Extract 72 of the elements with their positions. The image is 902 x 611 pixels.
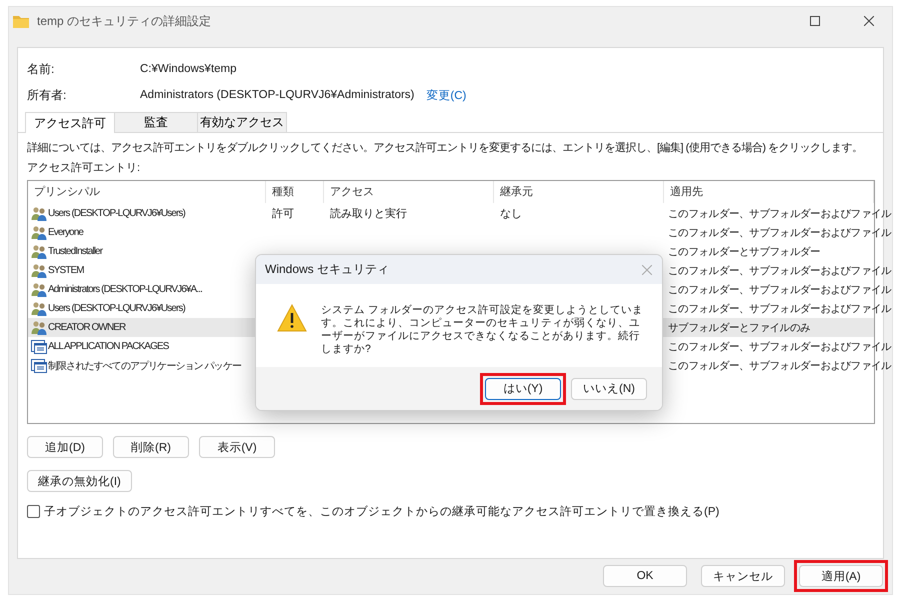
- principal-cell[interactable]: TrustedInstaller: [28, 242, 266, 261]
- users-icon: [31, 206, 47, 222]
- disable-inheritance-button[interactable]: 継承の無効化(I): [27, 470, 132, 492]
- tab[interactable]: 有効なアクセス: [197, 112, 287, 132]
- principal-cell[interactable]: 制限されたすべてのアプリケーション パッケー: [28, 356, 266, 375]
- principal-cell[interactable]: Administrators (DESKTOP-LQURVJ6¥A...: [28, 280, 266, 299]
- list-label: アクセス許可エントリ:: [27, 161, 142, 176]
- action-button[interactable]: 削除(R): [113, 436, 189, 458]
- table-cell: このフォルダーとサブフォルダー: [668, 244, 820, 258]
- table-cell: このフォルダー、サブフォルダーおよびファイル: [668, 206, 892, 220]
- close-icon: [642, 264, 652, 274]
- users-icon: [31, 224, 47, 240]
- dialog-button[interactable]: キャンセル: [701, 565, 785, 587]
- table-cell: サブフォルダーとファイルのみ: [668, 320, 810, 334]
- dialog-message: システム フォルダーのアクセス許可設定を変更しようとしています。これにより、コンピューターのセキュリティが弱くなり、ユーザーがファイルにアクセスできなくなることがあります。続行しますか?: [321, 304, 644, 356]
- principal-cell[interactable]: Everyone: [28, 223, 266, 242]
- folder-icon: [13, 14, 29, 28]
- table-cell-text: なし: [500, 207, 522, 221]
- table-cell: このフォルダー、サブフォルダーおよびファイル: [668, 264, 892, 278]
- column-header[interactable]: 継承元: [494, 181, 664, 203]
- maximize-icon: [810, 16, 820, 26]
- principal-cell[interactable]: Users (DESKTOP-LQURVJ6¥Users): [28, 204, 266, 223]
- table-cell-text: 制限されたすべてのアプリケーション パッケー: [48, 360, 241, 372]
- tab[interactable]: 監査: [114, 112, 198, 132]
- table-cell: Administrators (DESKTOP-LQURVJ6¥A...: [48, 284, 202, 295]
- principal-cell[interactable]: Users (DESKTOP-LQURVJ6¥Users): [28, 299, 266, 318]
- dialog-button[interactable]: 適用(A): [799, 565, 883, 587]
- table-cell: このフォルダー、サブフォルダーおよびファイル: [668, 358, 892, 372]
- checkbox[interactable]: [27, 505, 40, 518]
- dialog-button[interactable]: OK: [603, 565, 687, 587]
- table-cell: Users (DESKTOP-LQURVJ6¥Users): [48, 208, 185, 219]
- dialog-button[interactable]: いいえ(N): [571, 378, 647, 400]
- table-cell-text: 読み取りと実行: [330, 206, 407, 221]
- field-label: 所有者:: [27, 86, 68, 104]
- principal-cell[interactable]: SYSTEM: [28, 261, 266, 280]
- column-header[interactable]: アクセス: [324, 181, 494, 203]
- column-header[interactable]: プリンシパル: [28, 181, 266, 203]
- dialog-title: Windows セキュリティ: [265, 261, 390, 278]
- action-button[interactable]: 表示(V): [199, 436, 275, 458]
- users-icon: [31, 262, 47, 278]
- app-window-icon: [31, 358, 47, 374]
- table-cell: ALL APPLICATION PACKAGES: [48, 341, 168, 352]
- table-cell: SYSTEM: [48, 265, 84, 276]
- field-value: C:¥Windows¥temp: [140, 63, 237, 75]
- column-header[interactable]: 適用先: [664, 181, 874, 203]
- change-link[interactable]: 変更(C): [426, 88, 466, 102]
- users-icon: [31, 300, 47, 316]
- table-cell: このフォルダー、サブフォルダーおよびファイル: [668, 282, 892, 296]
- table-cell: このフォルダー、サブフォルダーおよびファイル: [668, 340, 892, 354]
- field-label: 名前:: [27, 60, 56, 78]
- table-cell: Users (DESKTOP-LQURVJ6¥Users): [48, 303, 185, 314]
- table-cell: TrustedInstaller: [48, 246, 102, 257]
- users-icon: [31, 320, 47, 336]
- field-value: Administrators (DESKTOP-LQURVJ6¥Administrators): [140, 89, 414, 101]
- users-icon: [31, 282, 47, 298]
- action-button[interactable]: 追加(D): [27, 436, 103, 458]
- table-cell: このフォルダー、サブフォルダーおよびファイル: [668, 226, 892, 240]
- table-cell: CREATOR OWNER: [48, 322, 126, 333]
- app-window-icon: [31, 338, 47, 354]
- tab[interactable]: アクセス許可: [25, 112, 115, 133]
- window-title: temp のセキュリティの詳細設定: [37, 12, 212, 30]
- table-cell: Everyone: [48, 227, 84, 238]
- column-header[interactable]: 種類: [266, 181, 324, 203]
- instructions-text: 詳細については、アクセス許可エントリをダブルクリックしてください。アクセス許可エントリを変更するには、エントリを選択し、[編集] (使用できる場合) をクリックします。: [27, 140, 864, 156]
- users-icon: [31, 244, 47, 260]
- dialog-button[interactable]: はい(Y): [485, 378, 561, 400]
- table-cell-text: 許可: [272, 207, 294, 221]
- warning-icon: [277, 304, 307, 332]
- table-cell: このフォルダー、サブフォルダーおよびファイル: [668, 302, 892, 316]
- checkbox-label: 子オブジェクトのアクセス許可エントリすべてを、このオブジェクトからの継承可能なアクセス許可エントリで置き換える(P): [44, 504, 720, 519]
- close-icon: [864, 16, 874, 26]
- principal-cell[interactable]: ALL APPLICATION PACKAGES: [28, 337, 266, 356]
